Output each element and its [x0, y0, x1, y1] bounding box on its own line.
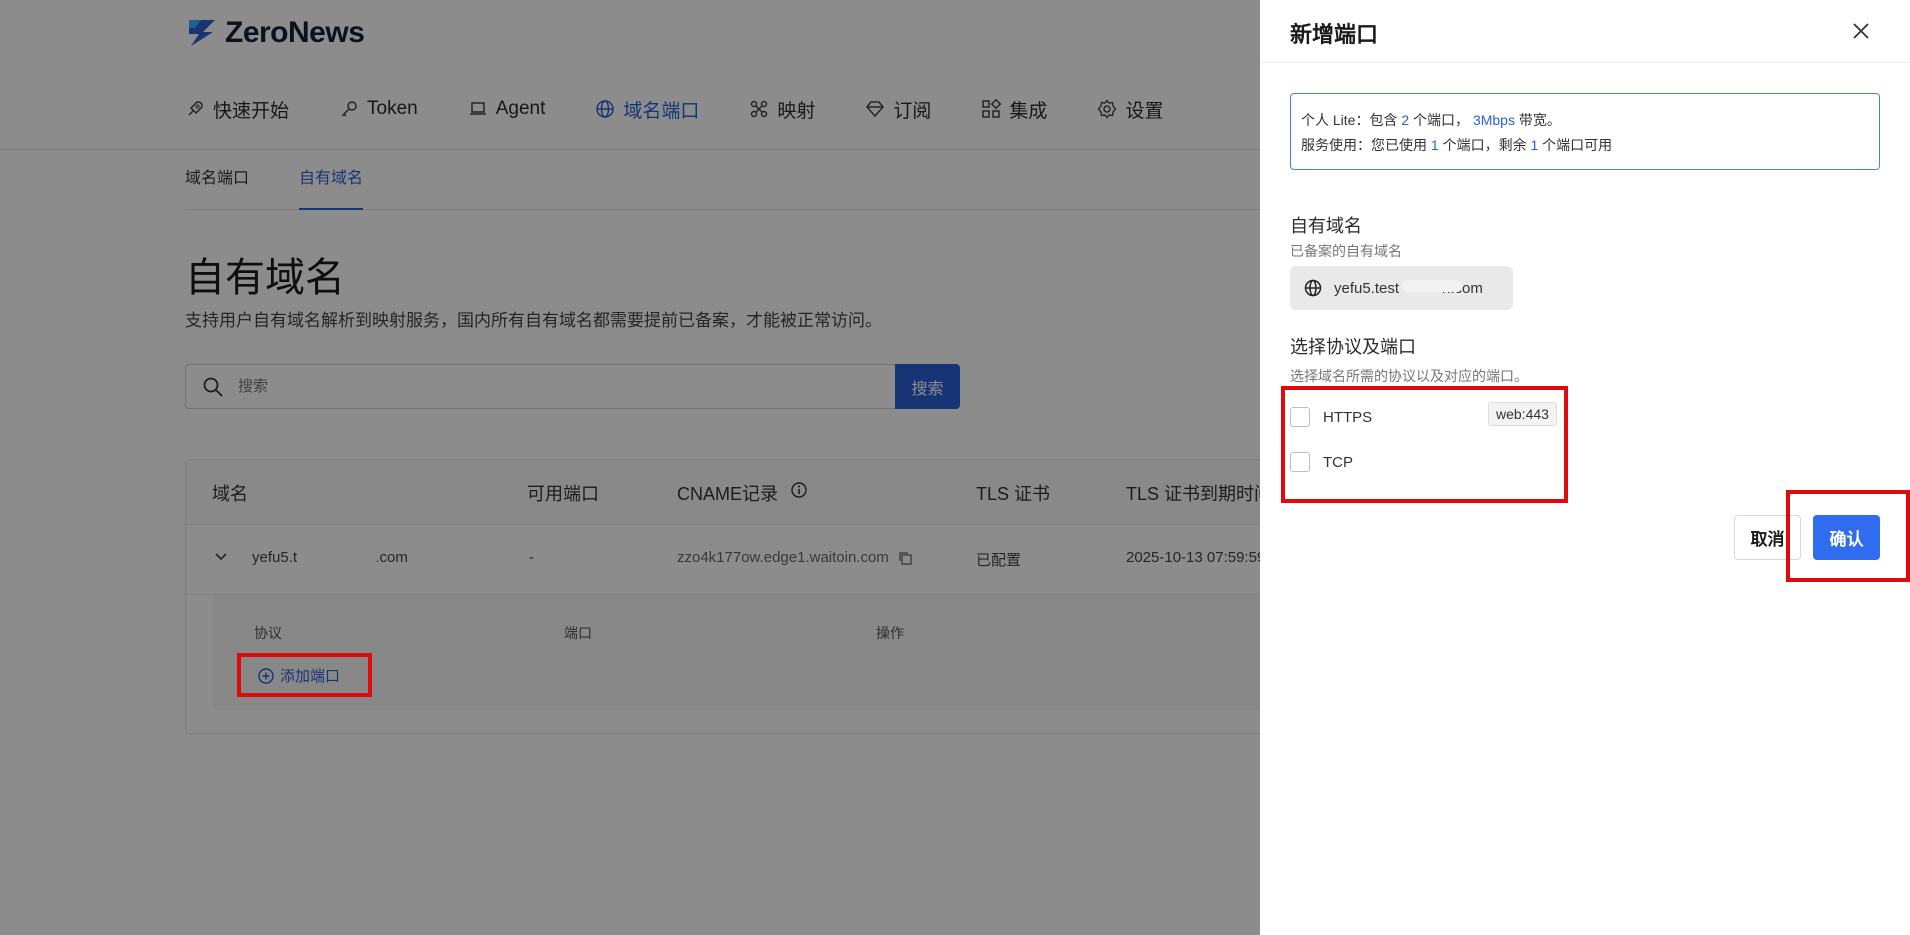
usage-line: 服务使用：您已使用 1 个端口，剩余 1 个端口可用 [1301, 137, 1613, 153]
globe-icon [1304, 279, 1322, 297]
protocol-section-subtitle: 选择域名所需的协议以及对应的端口。 [1290, 368, 1528, 384]
redaction-mark [1402, 280, 1462, 292]
protocol-section-title: 选择协议及端口 [1290, 337, 1416, 357]
close-icon [1853, 23, 1869, 39]
highlight-box-add-port [237, 653, 372, 697]
drawer-header: 新增端口 [1260, 0, 1910, 63]
plan-line: 个人 Lite：包含 2 个端口， 3Mbps 带宽。 [1301, 112, 1561, 128]
domain-section-subtitle: 已备案的自有域名 [1290, 243, 1402, 259]
highlight-box-confirm [1786, 490, 1910, 582]
highlight-box-protocols [1281, 386, 1568, 503]
drawer-title: 新增端口 [1290, 22, 1379, 47]
domain-section-title: 自有域名 [1290, 216, 1362, 236]
close-button[interactable] [1850, 20, 1872, 42]
plan-info-box: 个人 Lite：包含 2 个端口， 3Mbps 带宽。 服务使用：您已使用 1 … [1290, 93, 1880, 170]
